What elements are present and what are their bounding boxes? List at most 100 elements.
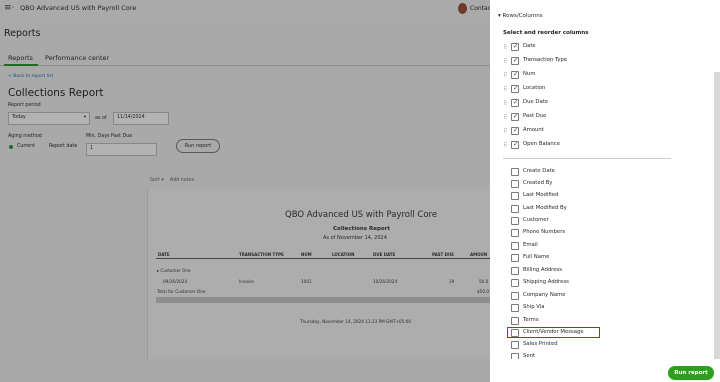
column-option-label: Open Balance <box>523 141 560 147</box>
active-tab-indicator <box>4 64 38 66</box>
row-date: 09/26/2024 <box>163 279 188 284</box>
drag-handle-icon[interactable]: ⠿ <box>503 100 508 107</box>
drag-handle-icon[interactable]: ⠿ <box>503 72 508 79</box>
column-option[interactable]: ⠿ Num <box>490 70 690 82</box>
column-checkbox[interactable] <box>511 292 519 300</box>
report-preview: QBO Advanced US with Payroll Core Collec… <box>147 189 491 359</box>
run-report-button-secondary[interactable]: Run report <box>176 139 220 153</box>
customer-group-row[interactable]: ▸ Customer One <box>157 268 191 273</box>
column-checkbox[interactable] <box>511 279 519 287</box>
avatar[interactable] <box>458 3 467 14</box>
divider <box>503 158 671 159</box>
column-header[interactable]: PAST DUE <box>432 252 454 257</box>
column-option-label: Transaction Type <box>523 57 568 63</box>
column-option[interactable]: Billing Address <box>490 266 690 278</box>
page-title: Reports <box>4 28 41 39</box>
column-checkbox[interactable] <box>511 304 519 312</box>
hamburger-menu-icon[interactable]: ≡· <box>4 3 14 13</box>
column-checkbox[interactable] <box>511 180 519 188</box>
tab-reports[interactable]: Reports <box>8 54 33 62</box>
column-header[interactable]: LOCATION <box>332 252 355 257</box>
column-checkbox[interactable] <box>511 229 519 237</box>
aging-report-date-option[interactable]: Report date <box>49 144 77 149</box>
row-transaction-type[interactable]: Invoice <box>239 279 254 284</box>
column-header[interactable]: NUM <box>301 252 312 257</box>
customize-drawer: ▾ Rows/Columns Select and reorder column… <box>490 0 720 382</box>
run-report-button[interactable]: Run report <box>668 366 714 380</box>
column-option[interactable]: ⠿ Due Date <box>490 98 690 110</box>
tab-performance-center[interactable]: Performance center <box>45 54 109 62</box>
column-option[interactable]: Customer <box>490 216 690 228</box>
column-option[interactable]: Sales Printed <box>490 340 690 352</box>
drag-handle-icon[interactable]: ⠿ <box>503 58 508 65</box>
column-checkbox[interactable] <box>511 56 519 65</box>
column-option-label: Ship Via <box>523 304 545 310</box>
drag-handle-icon[interactable]: ⠿ <box>503 114 508 121</box>
column-option[interactable]: Email <box>490 241 690 253</box>
drag-handle-icon[interactable]: ⠿ <box>503 86 508 93</box>
column-option[interactable]: ⠿ Amount <box>490 126 690 138</box>
company-name: QBO Advanced US with Payroll Core <box>20 4 137 12</box>
report-title: Collections Report <box>8 87 104 99</box>
column-option-label: Create Date <box>523 168 555 174</box>
page-tabs: Reports Performance center <box>0 50 490 66</box>
report-period-value: Today <box>12 115 26 120</box>
row-past-due: 19 <box>449 279 455 284</box>
rows-columns-toggle[interactable]: ▾ Rows/Columns <box>498 13 543 19</box>
column-option[interactable]: Last Modified By <box>490 204 690 216</box>
drawer-scrollbar[interactable] <box>714 72 720 362</box>
column-option[interactable]: Phone Numbers <box>490 228 690 240</box>
back-to-report-list-link[interactable]: < Back to report list <box>8 74 53 79</box>
aging-current-radio[interactable] <box>9 145 13 149</box>
drag-handle-icon[interactable]: ⠿ <box>503 44 508 51</box>
min-days-input[interactable]: 1 <box>86 143 157 156</box>
column-checkbox[interactable] <box>511 217 519 225</box>
column-checkbox[interactable] <box>511 242 519 250</box>
column-option[interactable]: ⠿ Past Due <box>490 112 690 124</box>
column-option[interactable]: Ship Via <box>490 303 690 315</box>
column-checkbox[interactable] <box>511 70 519 79</box>
column-option-label: Num <box>523 71 536 77</box>
report-column-headers: DATE TRANSACTION TYPE NUM LOCATION DUE D… <box>156 251 491 259</box>
horizontal-scrollbar[interactable] <box>156 297 491 303</box>
column-option[interactable]: ⠿ Date <box>490 42 690 54</box>
column-option[interactable]: Created By <box>490 179 690 191</box>
column-option-label: Terms <box>523 317 539 323</box>
column-checkbox[interactable] <box>511 254 519 262</box>
column-checkbox[interactable] <box>511 317 519 325</box>
add-notes-button[interactable]: Add notes <box>170 178 194 183</box>
column-checkbox[interactable] <box>511 84 519 93</box>
column-checkbox[interactable] <box>511 192 519 200</box>
column-option-label: Company Name <box>523 292 566 298</box>
column-checkbox[interactable] <box>511 98 519 107</box>
column-option[interactable]: Create Date <box>490 167 690 179</box>
column-option[interactable]: Last Modified <box>490 191 690 203</box>
column-header[interactable]: DATE <box>158 252 170 257</box>
column-header[interactable]: TRANSACTION TYPE <box>239 252 284 257</box>
drag-handle-icon[interactable]: ⠿ <box>503 128 508 135</box>
column-option-label: Full Name <box>523 254 550 260</box>
column-checkbox[interactable] <box>511 267 519 275</box>
as-of-date-input[interactable]: 11/14/2024 <box>113 112 169 125</box>
row-num: 1001 <box>301 279 312 284</box>
column-checkbox[interactable] <box>511 42 519 51</box>
column-checkbox[interactable] <box>511 341 519 349</box>
column-header[interactable]: DUE DATE <box>373 252 395 257</box>
column-option[interactable]: Company Name <box>490 291 690 303</box>
report-period-select[interactable]: Today ▾ <box>8 112 90 125</box>
column-checkbox[interactable] <box>511 168 519 176</box>
column-checkbox[interactable] <box>511 205 519 213</box>
row-amount: 50.0 <box>479 279 489 284</box>
sort-button[interactable]: Sort ▾ <box>150 178 164 183</box>
column-checkbox[interactable] <box>511 140 519 149</box>
report-period-label: Report period <box>8 103 41 108</box>
column-header[interactable]: AMOUN <box>470 252 487 257</box>
column-option[interactable]: ⠿ Transaction Type <box>490 56 690 68</box>
column-checkbox[interactable] <box>511 126 519 135</box>
column-option[interactable]: ⠿ Location <box>490 84 690 96</box>
drag-handle-icon[interactable]: ⠿ <box>503 142 508 149</box>
column-checkbox[interactable] <box>511 112 519 121</box>
column-option[interactable]: Shipping Address <box>490 278 690 290</box>
column-option[interactable]: Full Name <box>490 253 690 265</box>
column-option[interactable]: ⠿ Open Balance <box>490 140 690 152</box>
